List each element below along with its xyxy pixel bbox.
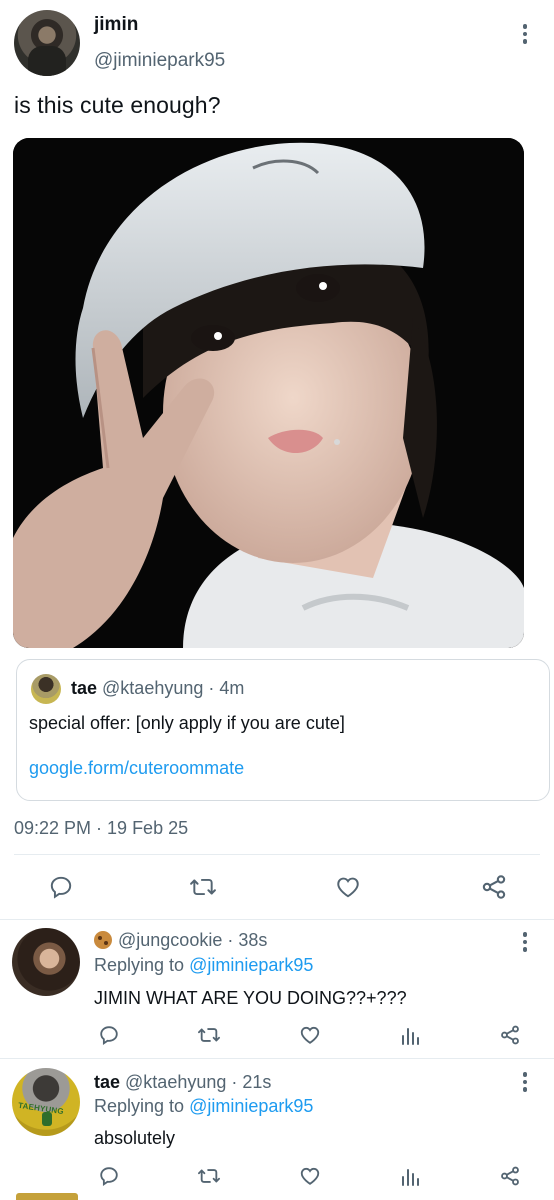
replying-to: Replying to @jiminiepark95 [94, 955, 313, 976]
reply-time: · 38s [227, 930, 268, 950]
replying-to: Replying to @jiminiepark95 [94, 1096, 313, 1117]
quoted-author-name: tae [71, 678, 98, 698]
reply-author-handle[interactable]: @jungcookie [118, 930, 222, 950]
more-options-icon[interactable] [515, 928, 535, 956]
author-avatar[interactable] [14, 10, 80, 76]
more-options-icon[interactable] [515, 20, 535, 48]
reply-header: @jungcookie · 38s [94, 930, 267, 951]
retweet-icon[interactable] [196, 1022, 222, 1048]
replying-to-label: Replying to [94, 1096, 185, 1116]
divider [14, 854, 540, 855]
more-options-icon[interactable] [515, 1068, 535, 1096]
quoted-author-handle: @ktaehyung [102, 678, 204, 698]
analytics-icon[interactable] [397, 1022, 423, 1048]
author-name[interactable]: jimin [94, 14, 138, 36]
analytics-icon[interactable] [397, 1163, 423, 1189]
replying-to-mention[interactable]: @jiminiepark95 [189, 955, 313, 975]
share-icon[interactable] [497, 1022, 523, 1048]
quoted-tweet[interactable]: tae @ktaehyung · 4m special offer: [only… [16, 659, 550, 801]
quoted-tweet-time: · 4m [208, 678, 245, 698]
tweet-text: is this cute enough? [14, 92, 221, 118]
like-icon[interactable] [297, 1022, 323, 1048]
quoted-tweet-header: tae @ktaehyung · 4m [71, 678, 244, 699]
reply-icon[interactable] [44, 873, 78, 901]
reply-text: absolutely [94, 1128, 176, 1148]
tweet-timestamp: 09:22 PM · 19 Feb 25 [14, 818, 189, 838]
next-reply-avatar[interactable] [16, 1193, 78, 1200]
divider [0, 919, 554, 920]
reply-time: · 21s [231, 1072, 272, 1092]
author-handle[interactable]: @jiminiepark95 [94, 50, 225, 72]
like-icon[interactable] [331, 873, 365, 901]
replying-to-label: Replying to [94, 955, 185, 975]
reply-icon[interactable] [96, 1163, 122, 1189]
reply-header: tae @ktaehyung · 21s [94, 1072, 271, 1093]
cookie-icon [94, 931, 112, 949]
retweet-icon[interactable] [186, 873, 220, 901]
reply-icon[interactable] [96, 1022, 122, 1048]
avatar-jersey-text: TAEHYUNG [17, 1100, 65, 1117]
quoted-tweet-link[interactable]: google.form/cuteroommate [29, 758, 244, 779]
reply-author-name[interactable]: tae [94, 1072, 120, 1092]
reply-author-avatar[interactable]: TAEHYUNG [12, 1068, 80, 1136]
share-icon[interactable] [477, 873, 511, 901]
like-icon[interactable] [297, 1163, 323, 1189]
tweet-photo[interactable] [13, 138, 524, 648]
replying-to-mention[interactable]: @jiminiepark95 [189, 1096, 313, 1116]
retweet-icon[interactable] [196, 1163, 222, 1189]
share-icon[interactable] [497, 1163, 523, 1189]
reply-author-avatar[interactable] [12, 928, 80, 996]
quoted-author-avatar [31, 674, 61, 704]
reply-text: JIMIN WHAT ARE YOU DOING??+??? [94, 988, 407, 1008]
reply-author-handle[interactable]: @ktaehyung [125, 1072, 226, 1092]
quoted-tweet-text: special offer: [only apply if you are cu… [29, 713, 345, 733]
divider [0, 1058, 554, 1059]
